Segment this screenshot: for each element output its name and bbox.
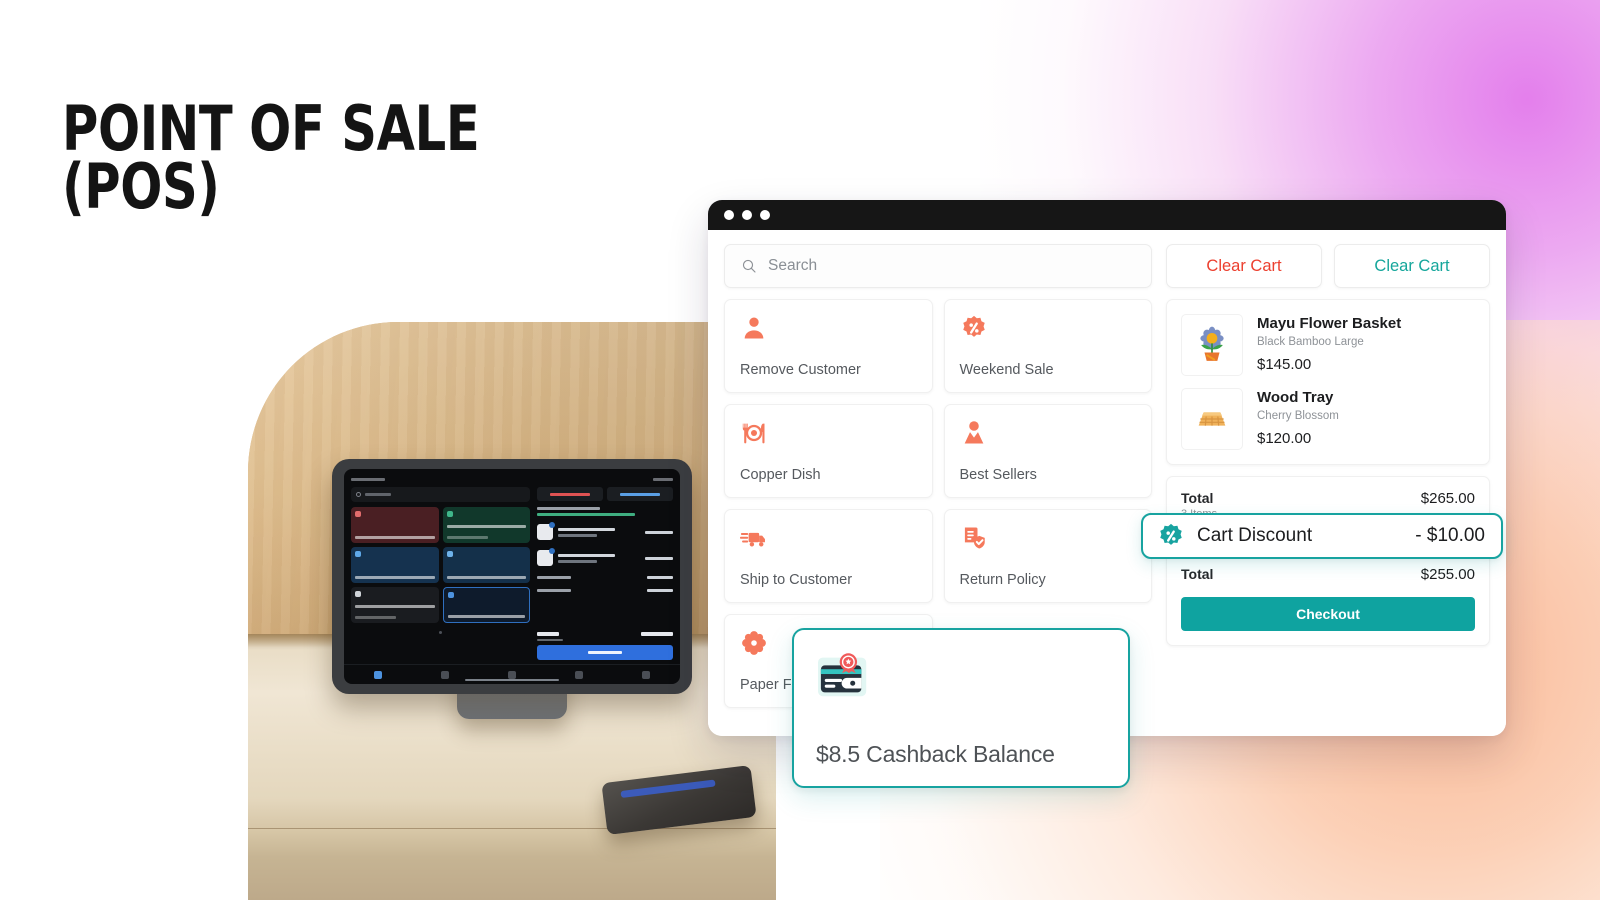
cashback-balance-text: $8.5 Cashback Balance bbox=[816, 741, 1055, 767]
item-thumbnail bbox=[1181, 388, 1243, 450]
tile-weekend-sale[interactable]: Weekend Sale bbox=[943, 299, 1152, 393]
tablet-clear-cart bbox=[537, 487, 604, 502]
pos-hardware-photo bbox=[248, 322, 776, 900]
cutlery-plate-icon bbox=[742, 423, 765, 444]
tablet-cart-line bbox=[537, 547, 673, 569]
tablet-subtotal-row bbox=[537, 573, 673, 582]
grand-total-row: Total $255.00 bbox=[1181, 566, 1475, 583]
subtotal-label: Total bbox=[1181, 490, 1214, 506]
cart-pane: Clear Cart Clear Cart Mayu Flower Basket… bbox=[1141, 244, 1503, 720]
search-icon bbox=[356, 492, 361, 498]
page-title-line-2: (POS) bbox=[62, 149, 220, 223]
person-tie-icon bbox=[964, 421, 983, 444]
cart-item[interactable]: Wood Tray Cherry Blossom $120.00 bbox=[1181, 388, 1475, 450]
item-name: Mayu Flower Basket bbox=[1257, 315, 1402, 332]
item-thumbnail bbox=[1181, 314, 1243, 376]
tablet-tab-bar bbox=[344, 664, 680, 684]
page-title: POINT OF SALE (POS) bbox=[62, 98, 480, 218]
tile-label: Best Sellers bbox=[959, 467, 1037, 483]
cart-items-list: Mayu Flower Basket Black Bamboo Large $1… bbox=[1166, 299, 1490, 465]
tablet-app-body bbox=[351, 487, 673, 661]
tablet-search-bar bbox=[351, 487, 531, 503]
search-input[interactable]: Search bbox=[768, 257, 817, 275]
tablet-more-actions bbox=[607, 487, 673, 502]
cart-item[interactable]: Mayu Flower Basket Black Bamboo Large $1… bbox=[1181, 314, 1475, 376]
tile-best-sellers[interactable]: Best Sellers bbox=[943, 404, 1152, 498]
tile-ship-to-customer[interactable]: Ship to Customer bbox=[724, 509, 933, 603]
tablet-tile-add bbox=[442, 587, 531, 624]
tile-label: Return Policy bbox=[959, 572, 1046, 588]
page-canvas: POINT OF SALE (POS) Search Remove Custom… bbox=[0, 0, 1600, 900]
wood-tray-icon bbox=[1198, 412, 1226, 426]
item-variant: Black Bamboo Large bbox=[1257, 335, 1364, 348]
cart-discount-label: Cart Discount bbox=[1197, 525, 1313, 546]
cart-discount-value: - $10.00 bbox=[1415, 525, 1485, 546]
tablet-home-indicator bbox=[465, 679, 559, 682]
clear-cart-button-teal[interactable]: Clear Cart bbox=[1334, 244, 1490, 288]
tablet-device bbox=[332, 459, 692, 695]
tablet-tile bbox=[442, 547, 531, 584]
item-price: $120.00 bbox=[1257, 429, 1312, 447]
cart-action-bar: Clear Cart Clear Cart bbox=[1166, 244, 1490, 288]
window-minimize-dot-icon[interactable] bbox=[742, 210, 752, 220]
checkout-button[interactable]: Checkout bbox=[1181, 597, 1475, 631]
potted-flower-icon bbox=[1200, 326, 1224, 361]
tablet-customer-block bbox=[537, 505, 673, 517]
tablet-right-pane bbox=[537, 487, 673, 661]
item-variant: Cherry Blossom bbox=[1257, 409, 1339, 422]
window-title-bar bbox=[708, 200, 1506, 230]
document-shield-check-icon bbox=[964, 527, 985, 549]
cashback-card-icon bbox=[818, 653, 867, 697]
user-icon bbox=[744, 317, 764, 339]
cashback-balance-popup[interactable]: $8.5 Cashback Balance bbox=[792, 628, 1130, 788]
cart-totals-card: Total 3 Items $265.00 Total $255.00 Chec… bbox=[1141, 476, 1503, 646]
subtotal-value: $265.00 bbox=[1420, 490, 1475, 507]
tile-label: Copper Dish bbox=[740, 467, 821, 483]
tablet-left-pane bbox=[351, 487, 531, 660]
discount-badge-icon bbox=[962, 315, 985, 337]
search-bar[interactable]: Search bbox=[724, 244, 1152, 288]
tablet-cart-actions bbox=[537, 487, 673, 502]
delivery-truck-icon bbox=[740, 532, 765, 547]
tile-label: Remove Customer bbox=[740, 362, 861, 378]
tablet-status-bar bbox=[351, 475, 673, 483]
tablet-pager-dot bbox=[351, 628, 530, 636]
grand-total-label: Total bbox=[1181, 566, 1214, 582]
tablet-tile bbox=[351, 547, 439, 584]
tablet-checkout-button bbox=[537, 645, 673, 661]
item-price: $145.00 bbox=[1257, 355, 1312, 373]
photo-desk-edge bbox=[248, 828, 776, 900]
cart-discount-row[interactable]: Cart Discount - $10.00 bbox=[1141, 513, 1503, 559]
tile-return-policy[interactable]: Return Policy bbox=[943, 509, 1152, 603]
item-name: Wood Tray bbox=[1257, 389, 1334, 406]
clear-cart-button-red[interactable]: Clear Cart bbox=[1166, 244, 1322, 288]
tablet-tile bbox=[442, 507, 531, 544]
flower-gear-icon bbox=[742, 631, 766, 655]
tablet-tax-row bbox=[537, 586, 673, 595]
search-icon bbox=[742, 259, 756, 273]
tablet-tile bbox=[351, 587, 439, 624]
tile-label: Ship to Customer bbox=[740, 572, 853, 588]
tablet-tile-grid bbox=[351, 507, 531, 624]
tablet-screen bbox=[344, 469, 680, 685]
tablet-cart-line bbox=[537, 521, 673, 543]
tablet-total-block bbox=[537, 632, 673, 661]
window-close-dot-icon[interactable] bbox=[724, 210, 734, 220]
tile-label: Weekend Sale bbox=[959, 362, 1054, 378]
grand-total-value: $255.00 bbox=[1420, 566, 1475, 583]
discount-badge-icon bbox=[1160, 523, 1182, 545]
tile-copper-dish[interactable]: Copper Dish bbox=[724, 404, 933, 498]
tile-remove-customer[interactable]: Remove Customer bbox=[724, 299, 933, 393]
item-details: Wood Tray Cherry Blossom $120.00 bbox=[1257, 388, 1475, 447]
window-maximize-dot-icon[interactable] bbox=[760, 210, 770, 220]
tablet-tile bbox=[351, 507, 439, 544]
item-details: Mayu Flower Basket Black Bamboo Large $1… bbox=[1257, 314, 1475, 373]
